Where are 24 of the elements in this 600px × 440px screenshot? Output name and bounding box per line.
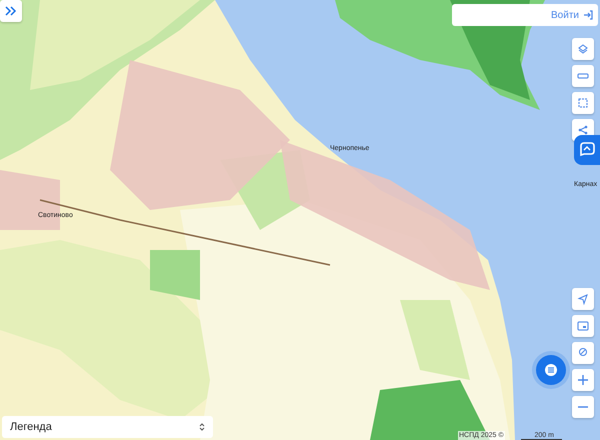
login-icon <box>583 10 593 20</box>
window-icon <box>576 319 590 333</box>
selection-icon <box>576 96 590 110</box>
area-select-button[interactable] <box>572 92 594 114</box>
chat-icon <box>544 363 558 377</box>
ruler-button[interactable] <box>572 65 594 87</box>
login-button[interactable]: Войти <box>550 6 594 24</box>
expand-panel-button[interactable] <box>0 0 22 22</box>
layers-button[interactable] <box>572 38 594 60</box>
map-pin-button[interactable] <box>572 342 594 364</box>
navigation-arrow-icon <box>576 292 590 306</box>
zoom-in-button[interactable] <box>572 369 594 391</box>
share-icon <box>576 123 590 137</box>
legend-select[interactable]: Легенда <box>2 416 213 438</box>
legend-label: Легенда <box>10 420 52 435</box>
picture-in-picture-button[interactable] <box>572 315 594 337</box>
speech-bubble-icon <box>578 141 596 159</box>
zoom-out-button[interactable] <box>572 396 594 418</box>
side-panel-button[interactable] <box>574 135 600 165</box>
layers-icon <box>576 42 590 56</box>
double-chevron-icon <box>5 6 17 16</box>
locate-button[interactable] <box>572 288 594 310</box>
sort-caret-icon <box>199 422 205 432</box>
plus-icon <box>576 373 590 387</box>
